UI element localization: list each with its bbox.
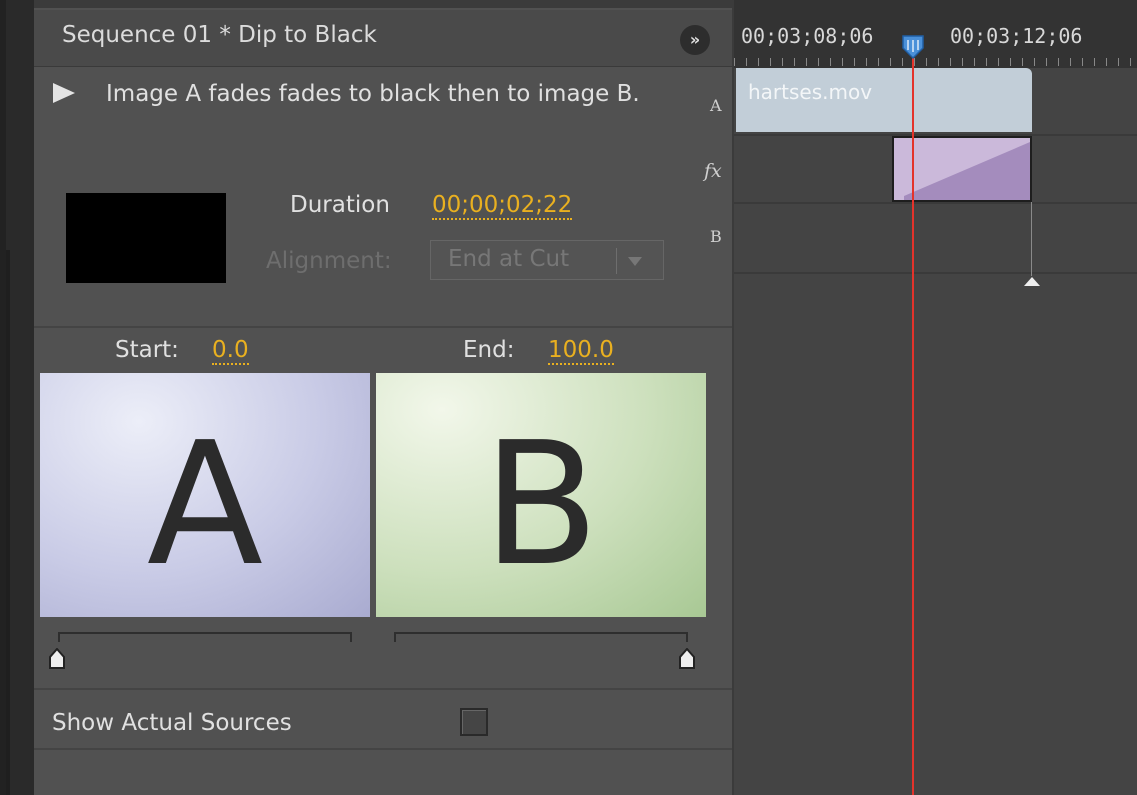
show-actual-sources-checkbox[interactable] bbox=[460, 708, 488, 736]
start-slider-handle[interactable] bbox=[48, 648, 66, 670]
left-frame-edge bbox=[0, 0, 34, 795]
duration-value[interactable]: 00;00;02;22 bbox=[432, 192, 573, 220]
dropdown-divider bbox=[616, 248, 617, 274]
panel-menu-icon[interactable]: » bbox=[680, 25, 710, 55]
preview-image-b: B bbox=[376, 373, 706, 617]
alignment-label: Alignment: bbox=[266, 248, 392, 274]
section-divider bbox=[34, 326, 732, 328]
track-label-b: B bbox=[710, 227, 722, 246]
end-label: End: bbox=[463, 337, 515, 363]
image-b-letter: B bbox=[482, 406, 600, 604]
preview-image-a: A bbox=[40, 373, 370, 617]
transition-thumbnail bbox=[66, 193, 226, 283]
section-divider bbox=[34, 688, 732, 690]
transition-description: Image A fades fades to black then to ima… bbox=[106, 81, 640, 107]
end-slider-track[interactable] bbox=[394, 632, 688, 642]
track-divider bbox=[734, 272, 1137, 274]
show-actual-sources-label: Show Actual Sources bbox=[52, 710, 292, 736]
playhead-icon[interactable] bbox=[899, 32, 927, 60]
image-a-letter: A bbox=[146, 406, 264, 604]
playhead-line[interactable] bbox=[912, 52, 914, 795]
end-value[interactable]: 100.0 bbox=[548, 337, 614, 365]
section-divider bbox=[34, 748, 732, 750]
fx-icon: fx bbox=[704, 160, 722, 182]
panel-title: Sequence 01 * Dip to Black bbox=[62, 22, 377, 48]
play-icon[interactable] bbox=[53, 83, 75, 103]
clip-name: hartses.mov bbox=[748, 80, 873, 104]
start-value[interactable]: 0.0 bbox=[212, 337, 249, 365]
duration-label: Duration bbox=[290, 192, 390, 218]
cut-marker-icon[interactable] bbox=[1024, 277, 1040, 286]
alignment-value: End at Cut bbox=[448, 246, 570, 272]
transition-ramp-icon bbox=[904, 142, 1030, 200]
ruler-ticks bbox=[734, 58, 1137, 66]
start-label: Start: bbox=[115, 337, 179, 363]
end-slider-handle[interactable] bbox=[678, 648, 696, 670]
cut-line bbox=[1031, 202, 1032, 276]
track-divider bbox=[734, 202, 1137, 204]
track-label-a: A bbox=[710, 96, 722, 115]
timecode-left: 00;03;08;06 bbox=[741, 24, 874, 48]
start-slider-track[interactable] bbox=[58, 632, 352, 642]
chevron-down-icon[interactable] bbox=[628, 257, 642, 266]
timecode-right: 00;03;12;06 bbox=[950, 24, 1083, 48]
